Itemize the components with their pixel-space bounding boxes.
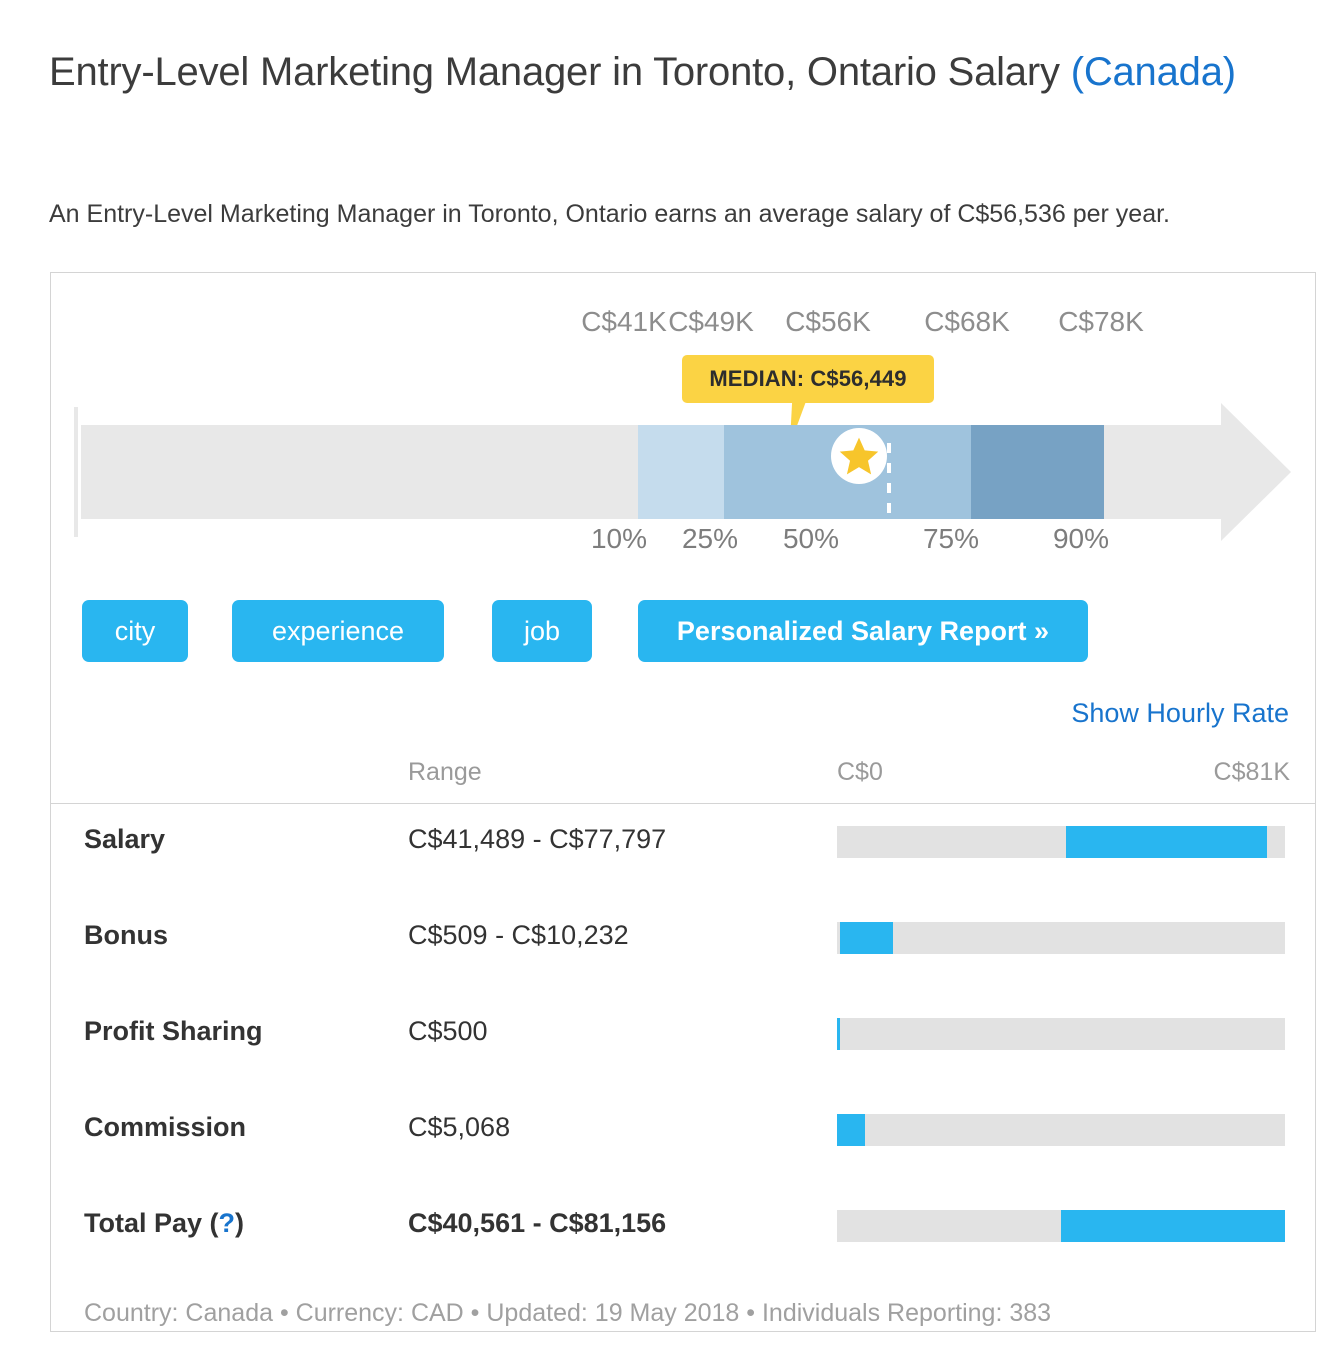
star-icon bbox=[839, 437, 879, 475]
row-value: C$5,068 bbox=[408, 1112, 511, 1142]
page-description: An Entry-Level Marketing Manager in Toro… bbox=[49, 200, 1170, 228]
column-header-scale-max: C$81K bbox=[1213, 758, 1290, 786]
percentile-tick-label: 25% bbox=[681, 523, 739, 554]
pay-breakdown-table: Salary C$41,489 - C$77,797 Bonus C$509 - C$… bbox=[51, 804, 1317, 1284]
percentile-segment bbox=[971, 425, 1104, 519]
row-bar-fill bbox=[837, 1114, 866, 1146]
salary-page: Entry-Level Marketing Manager in Toronto… bbox=[0, 0, 1332, 1352]
table-row: Profit Sharing C$500 bbox=[51, 996, 1317, 1092]
filter-button-experience[interactable]: experience bbox=[232, 600, 444, 662]
salary-card: C$41K C$49K C$56K C$68K C$78K MEDIAN: C$56,4… bbox=[50, 272, 1316, 1332]
row-bar-track bbox=[837, 1210, 1285, 1242]
median-tooltip-label: MEDIAN: C$56,449 bbox=[709, 366, 907, 391]
percentile-bar bbox=[51, 403, 1317, 541]
row-bar-track bbox=[837, 1114, 1285, 1146]
percentile-value-labels: C$41K C$49K C$56K C$68K C$78K bbox=[51, 306, 1317, 346]
median-star-marker bbox=[831, 428, 887, 484]
percentile-value-label: C$56K bbox=[785, 306, 871, 337]
percentile-value-label: C$49K bbox=[668, 306, 754, 337]
row-bar-fill bbox=[837, 1018, 841, 1050]
table-row: Total Pay (?) C$40,561 - C$81,156 bbox=[51, 1188, 1317, 1284]
row-value: C$40,561 - C$81,156 bbox=[408, 1208, 667, 1238]
percentile-bar-track bbox=[81, 425, 1221, 519]
percentile-value-label: C$78K bbox=[1058, 306, 1144, 337]
row-label: Profit Sharing bbox=[84, 1016, 263, 1046]
page-title-country-link[interactable]: (Canada) bbox=[1071, 50, 1236, 94]
row-bar-fill bbox=[1061, 1210, 1285, 1242]
percentile-tick-label: 10% bbox=[590, 523, 648, 554]
column-header-scale-min: C$0 bbox=[837, 758, 883, 786]
row-bar-track bbox=[837, 1018, 1285, 1050]
row-bar-track bbox=[837, 826, 1285, 858]
percentile-tick-label: 75% bbox=[922, 523, 980, 554]
help-icon[interactable]: ? bbox=[219, 1208, 236, 1238]
help-paren-close: ) bbox=[235, 1208, 245, 1238]
row-bar-fill bbox=[839, 922, 894, 954]
row-bar-fill bbox=[1066, 826, 1268, 858]
row-value: C$41,489 - C$77,797 bbox=[408, 824, 667, 854]
column-header-range: Range bbox=[408, 758, 482, 786]
card-footer-meta: Country: Canada • Currency: CAD • Update… bbox=[84, 1299, 1052, 1327]
median-tooltip: MEDIAN: C$56,449 bbox=[682, 355, 934, 403]
page-title-main: Entry-Level Marketing Manager in Toronto… bbox=[49, 49, 1060, 94]
show-hourly-rate-link[interactable]: Show Hourly Rate bbox=[1071, 698, 1289, 729]
table-row: Commission C$5,068 bbox=[51, 1092, 1317, 1188]
row-label: Bonus bbox=[84, 920, 168, 950]
percentile-value-label: C$68K bbox=[924, 306, 1010, 337]
help-paren-open: ( bbox=[202, 1208, 219, 1238]
filter-button-personalized[interactable]: Personalized Salary Report » bbox=[638, 600, 1088, 662]
percentile-bar-arrowhead bbox=[1221, 403, 1291, 541]
filter-button-job[interactable]: job bbox=[492, 600, 592, 662]
row-value: C$509 - C$10,232 bbox=[408, 920, 629, 950]
column-headers: Range C$0 C$81K bbox=[51, 758, 1315, 794]
row-label: Commission bbox=[84, 1112, 247, 1142]
row-value: C$500 bbox=[408, 1016, 488, 1046]
percentile-value-label: C$41K bbox=[581, 306, 667, 337]
filter-button-city[interactable]: city bbox=[82, 600, 188, 662]
salary-card-top: C$41K C$49K C$56K C$68K C$78K MEDIAN: C$56,4… bbox=[51, 273, 1317, 804]
percentile-tick-labels: 10% 25% 50% 75% 90% bbox=[51, 523, 1317, 563]
percentile-tick-label: 50% bbox=[782, 523, 840, 554]
row-label: Total Pay (?) bbox=[84, 1208, 245, 1238]
median-dashed-line bbox=[887, 443, 891, 519]
percentile-segment bbox=[638, 425, 724, 519]
table-row: Bonus C$509 - C$10,232 bbox=[51, 900, 1317, 996]
axis-start-tick bbox=[74, 407, 78, 537]
percentile-chart: C$41K C$49K C$56K C$68K C$78K MEDIAN: C$56,4… bbox=[51, 273, 1317, 573]
row-bar-track bbox=[837, 922, 1285, 954]
table-row: Salary C$41,489 - C$77,797 bbox=[51, 804, 1317, 900]
page-title: Entry-Level Marketing Manager in Toronto… bbox=[49, 45, 1279, 99]
row-label: Salary bbox=[84, 824, 166, 854]
percentile-tick-label: 90% bbox=[1052, 523, 1110, 554]
